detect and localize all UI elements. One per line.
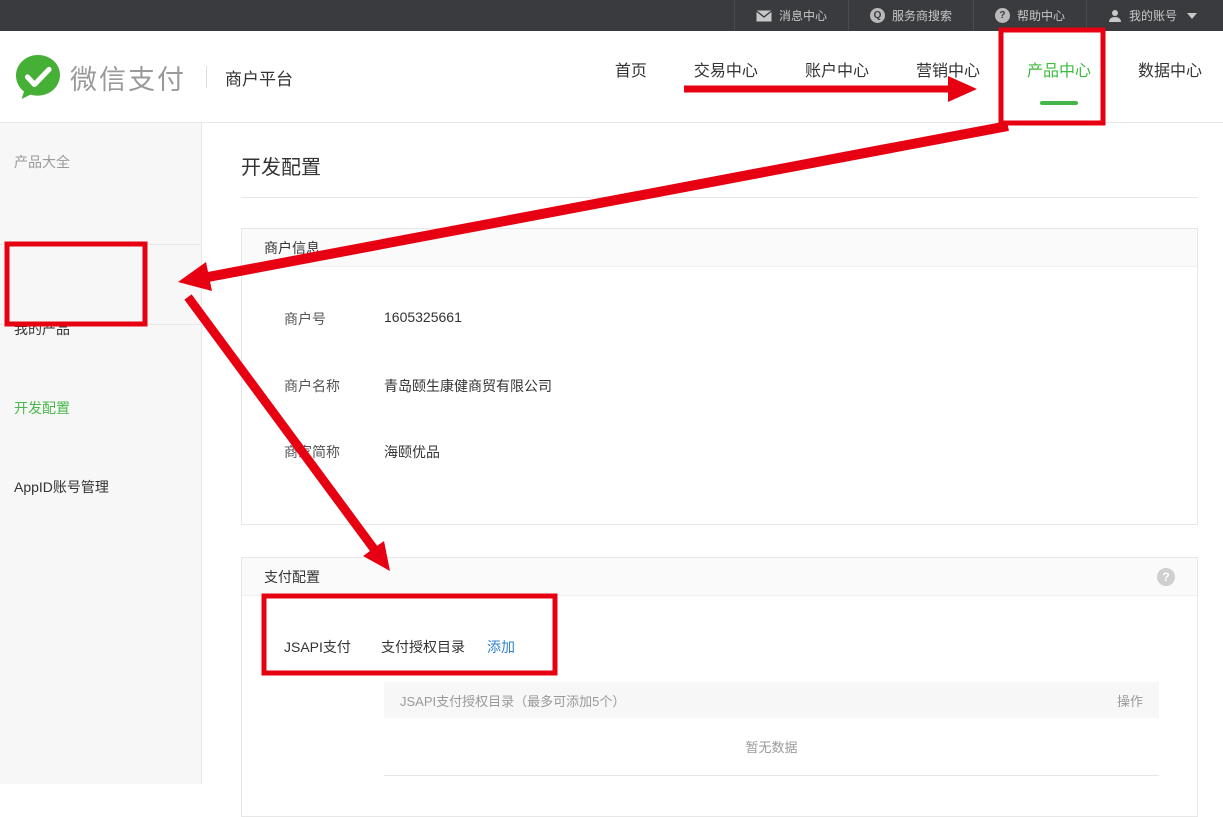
brand-separator xyxy=(206,66,207,88)
sidebar-item-dev-config[interactable]: 开发配置 xyxy=(14,398,70,418)
field-value-merchant-id: 1605325661 xyxy=(384,309,462,329)
topbar: 消息中心 Q 服务商搜索 ? 帮助中心 我的账号 xyxy=(0,0,1223,31)
brand-name: 微信支付 xyxy=(70,58,186,97)
topbar-item-account[interactable]: 我的账号 xyxy=(1086,0,1223,31)
main-nav: 首页 交易中心 账户中心 营销中心 产品中心 数据中心 xyxy=(615,31,1202,123)
field-row-merchant-name: 商户名称 青岛颐生康健商贸有限公司 xyxy=(242,376,1197,396)
page-title: 开发配置 xyxy=(241,151,321,180)
header: 微信支付 商户平台 首页 交易中心 账户中心 营销中心 产品中心 数据中心 xyxy=(0,31,1223,123)
sidebar-divider xyxy=(0,244,202,245)
jsapi-pay-row: JSAPI支付 支付授权目录 添加 xyxy=(242,637,1197,657)
help-icon: ? xyxy=(995,8,1010,23)
sidebar-divider xyxy=(0,324,202,325)
merchant-card-header: 商户信息 xyxy=(242,229,1197,267)
topbar-item-label: 我的账号 xyxy=(1129,7,1177,24)
sidebar-item-my-products[interactable]: 我的产品 xyxy=(14,319,70,339)
wechat-pay-logo-icon xyxy=(14,53,62,101)
topbar-item-label: 消息中心 xyxy=(779,7,827,24)
topbar-item-help[interactable]: ? 帮助中心 xyxy=(973,0,1086,31)
jsapi-pay-label: JSAPI支付 xyxy=(284,637,381,657)
nav-item-transaction-center[interactable]: 交易中心 xyxy=(694,47,758,107)
add-directory-link[interactable]: 添加 xyxy=(487,637,515,657)
payment-card-header: 支付配置 ? xyxy=(242,558,1197,596)
nav-item-product-center[interactable]: 产品中心 xyxy=(1027,47,1091,107)
merchant-info-card: 商户信息 商户号 1605325661 商户名称 青岛颐生康健商贸有限公司 商家… xyxy=(241,228,1198,525)
field-label: 商户名称 xyxy=(284,376,384,396)
field-label: 商户号 xyxy=(284,309,384,329)
topbar-item-label: 服务商搜索 xyxy=(892,7,952,24)
auth-table-header-title: JSAPI支付授权目录（最多可添加5个） xyxy=(400,691,625,710)
field-value-merchant-name: 青岛颐生康健商贸有限公司 xyxy=(384,376,552,396)
nav-item-data-center[interactable]: 数据中心 xyxy=(1138,47,1202,107)
topbar-item-messages[interactable]: 消息中心 xyxy=(734,0,848,31)
auth-table-header: JSAPI支付授权目录（最多可添加5个） 操作 xyxy=(384,682,1159,718)
nav-item-account-center[interactable]: 账户中心 xyxy=(805,47,869,107)
nav-item-marketing-center[interactable]: 营销中心 xyxy=(916,47,980,107)
empty-state-text: 暂无数据 xyxy=(384,718,1159,776)
payment-config-card: 支付配置 ? JSAPI支付 支付授权目录 添加 JSAPI支付授权目录（最多可… xyxy=(241,557,1198,817)
topbar-item-provider-search[interactable]: Q 服务商搜索 xyxy=(848,0,973,31)
field-row-merchant-short-name: 商家简称 海颐优品 xyxy=(242,442,1197,462)
mail-icon xyxy=(756,10,772,22)
auth-directory-table: JSAPI支付授权目录（最多可添加5个） 操作 暂无数据 xyxy=(384,682,1159,776)
user-icon xyxy=(1108,9,1122,23)
field-value-merchant-short-name: 海颐优品 xyxy=(384,442,440,462)
sidebar: 产品大全 我的产品 开发配置 AppID账号管理 xyxy=(0,123,202,784)
provider-search-icon: Q xyxy=(870,8,885,23)
sidebar-section-label: 产品大全 xyxy=(14,152,70,172)
sidebar-item-appid-management[interactable]: AppID账号管理 xyxy=(14,477,109,497)
field-row-merchant-id: 商户号 1605325661 xyxy=(242,309,1197,329)
nav-item-label: 产品中心 xyxy=(1027,63,1091,80)
active-nav-underline xyxy=(1040,101,1078,105)
title-divider xyxy=(241,197,1198,198)
auth-table-header-action: 操作 xyxy=(1117,691,1143,710)
topbar-item-label: 帮助中心 xyxy=(1017,7,1065,24)
brand: 微信支付 商户平台 xyxy=(14,31,293,123)
nav-item-home[interactable]: 首页 xyxy=(615,47,647,107)
chevron-down-icon xyxy=(1187,13,1197,19)
field-label: 商家简称 xyxy=(284,442,384,462)
help-icon[interactable]: ? xyxy=(1157,568,1175,586)
brand-platform: 商户平台 xyxy=(225,65,293,90)
auth-directory-label: 支付授权目录 xyxy=(381,637,465,657)
merchant-card-title: 商户信息 xyxy=(264,238,320,258)
payment-card-title: 支付配置 xyxy=(264,567,320,587)
